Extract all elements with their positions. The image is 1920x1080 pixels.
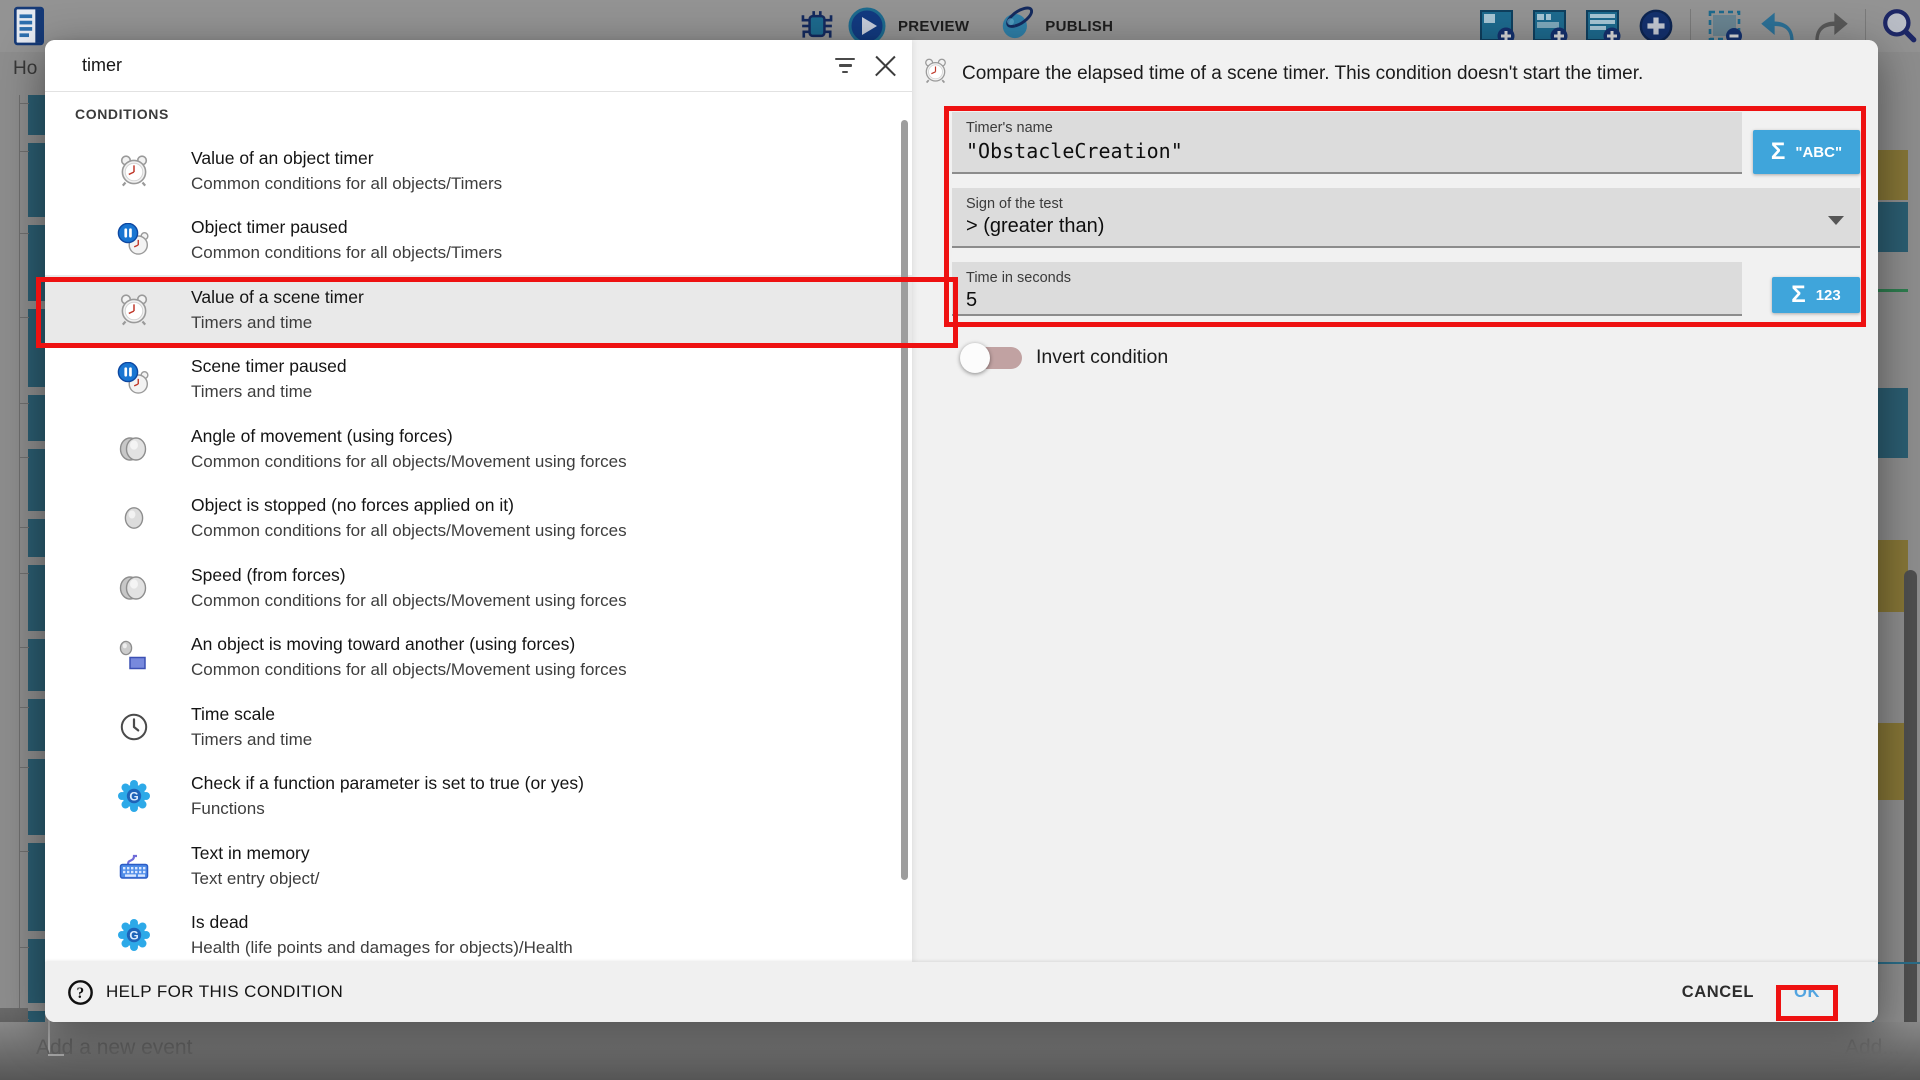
- time-value[interactable]: 5: [966, 289, 1728, 312]
- condition-path: Common conditions for all objects/Moveme…: [191, 588, 627, 614]
- list-scrollbar[interactable]: [901, 120, 908, 880]
- condition-path: Timers and time: [191, 310, 364, 336]
- clock-icon: [117, 710, 151, 744]
- condition-path: Common conditions for all objects/Moveme…: [191, 518, 627, 544]
- condition-title: Is dead: [191, 909, 573, 935]
- condition-path: Text entry object/: [191, 866, 320, 892]
- list-item[interactable]: Object timer paused Common conditions fo…: [45, 206, 912, 276]
- publish-button[interactable]: PUBLISH: [1045, 18, 1113, 35]
- filter-icon[interactable]: [832, 58, 858, 74]
- condition-title: Value of a scene timer: [191, 284, 364, 310]
- abc-button-label: "ABC": [1795, 144, 1842, 161]
- toolbar-divider: [1865, 9, 1866, 43]
- condition-detail-panel: Compare the elapsed time of a scene time…: [912, 40, 1878, 962]
- alarm-paused-icon: [117, 223, 151, 257]
- condition-title: Object is stopped (no forces applied on …: [191, 492, 627, 518]
- list-item[interactable]: An object is moving toward another (usin…: [45, 623, 912, 693]
- timer-name-label: Timer's name: [966, 120, 1728, 136]
- coin-stack-icon: [117, 432, 151, 466]
- coin-icon: [117, 501, 151, 535]
- time-seconds-field[interactable]: Time in seconds 5: [952, 262, 1742, 316]
- svg-text:G: G: [129, 929, 138, 943]
- function-gear-icon: G: [117, 918, 151, 952]
- conditions-header: CONDITIONS: [75, 106, 169, 122]
- condition-title: An object is moving toward another (usin…: [191, 631, 627, 657]
- cancel-button[interactable]: CANCEL: [1682, 983, 1754, 1002]
- condition-path: Health (life points and damages for obje…: [191, 935, 573, 961]
- dialog-footer: ? HELP FOR THIS CONDITION CANCEL OK: [45, 962, 1878, 1022]
- time-label: Time in seconds: [966, 270, 1728, 286]
- toolbar-divider: [1690, 9, 1691, 43]
- coin-square-icon: [117, 640, 151, 674]
- alarm-paused-icon: [117, 362, 151, 396]
- close-icon[interactable]: [874, 54, 898, 78]
- search-input[interactable]: [80, 54, 832, 77]
- condition-path: Timers and time: [191, 379, 347, 405]
- search-icon[interactable]: [1881, 7, 1919, 45]
- condition-path: Common conditions for all objects/Timers: [191, 240, 502, 266]
- list-item[interactable]: Speed (from forces) Common conditions fo…: [45, 553, 912, 623]
- sign-of-test-select[interactable]: Sign of the test > (greater than): [952, 188, 1860, 248]
- home-tab-label[interactable]: Ho: [13, 58, 37, 80]
- list-item[interactable]: Angle of movement (using forces) Common …: [45, 414, 912, 484]
- condition-title: Value of an object timer: [191, 145, 502, 171]
- sign-label: Sign of the test: [966, 196, 1846, 212]
- conditions-list: Value of an object timer Common conditio…: [45, 136, 912, 962]
- expression-123-button[interactable]: Σ 123: [1772, 277, 1860, 313]
- svg-text:?: ?: [76, 984, 84, 1001]
- condition-title: Time scale: [191, 701, 312, 727]
- project-manager-icon[interactable]: [10, 7, 48, 45]
- ok-button[interactable]: OK: [1794, 983, 1820, 1002]
- instruction-search-panel: CONDITIONS Value of an object timer Comm…: [45, 40, 912, 962]
- screen: PREVIEW PUBLISH: [0, 0, 1920, 1080]
- keyboard-icon: [117, 849, 151, 883]
- chevron-down-icon: [1828, 216, 1844, 225]
- condition-title: Speed (from forces): [191, 562, 627, 588]
- sign-value: > (greater than): [966, 215, 1846, 238]
- condition-title: Check if a function parameter is set to …: [191, 770, 584, 796]
- function-gear-icon: G: [117, 779, 151, 813]
- alarm-clock-icon: [117, 293, 151, 327]
- condition-path: Functions: [191, 796, 584, 822]
- invert-condition-label: Invert condition: [1036, 346, 1168, 369]
- invert-condition-toggle[interactable]: [966, 347, 1022, 369]
- list-item[interactable]: G Check if a function parameter is set t…: [45, 762, 912, 832]
- question-mark-icon: ?: [67, 979, 94, 1006]
- timer-name-value[interactable]: "ObstacleCreation": [966, 139, 1728, 163]
- help-label: HELP FOR THIS CONDITION: [106, 982, 343, 1002]
- alarm-clock-icon: [922, 56, 949, 91]
- condition-title: Text in memory: [191, 840, 320, 866]
- add-more-label[interactable]: Add...: [1845, 1036, 1900, 1060]
- condition-title: Object timer paused: [191, 214, 502, 240]
- alarm-clock-icon: [117, 154, 151, 188]
- condition-title: Angle of movement (using forces): [191, 423, 627, 449]
- condition-path: Timers and time: [191, 727, 312, 753]
- list-item[interactable]: Value of an object timer Common conditio…: [45, 136, 912, 206]
- condition-title: Scene timer paused: [191, 353, 347, 379]
- condition-path: Common conditions for all objects/Moveme…: [191, 657, 627, 683]
- timer-name-field[interactable]: Timer's name "ObstacleCreation": [952, 112, 1742, 174]
- condition-description: Compare the elapsed time of a scene time…: [962, 63, 1643, 85]
- num-button-label: 123: [1816, 287, 1841, 304]
- svg-text:G: G: [129, 790, 138, 804]
- condition-path: Common conditions for all objects/Moveme…: [191, 449, 627, 475]
- condition-editor-dialog: CONDITIONS Value of an object timer Comm…: [45, 40, 1878, 1022]
- condition-path: Common conditions for all objects/Timers: [191, 171, 502, 197]
- sigma-icon: Σ: [1771, 140, 1785, 164]
- list-item[interactable]: Scene timer paused Timers and time: [45, 345, 912, 415]
- coin-stack-icon: [117, 571, 151, 605]
- list-item[interactable]: Value of a scene timer Timers and time: [45, 275, 912, 345]
- list-item[interactable]: Text in memory Text entry object/: [45, 831, 912, 901]
- help-button[interactable]: ? HELP FOR THIS CONDITION: [67, 979, 343, 1006]
- list-item[interactable]: Time scale Timers and time: [45, 692, 912, 762]
- search-row: [45, 40, 912, 92]
- sigma-icon: Σ: [1791, 283, 1805, 307]
- bottom-strip: [0, 1022, 1920, 1080]
- list-item[interactable]: G Is dead Health (life points and damage…: [45, 901, 912, 963]
- add-new-event-label[interactable]: Add a new event: [36, 1036, 192, 1060]
- preview-button[interactable]: PREVIEW: [898, 18, 969, 35]
- list-item[interactable]: Object is stopped (no forces applied on …: [45, 484, 912, 554]
- expression-abc-button[interactable]: Σ "ABC": [1753, 130, 1860, 174]
